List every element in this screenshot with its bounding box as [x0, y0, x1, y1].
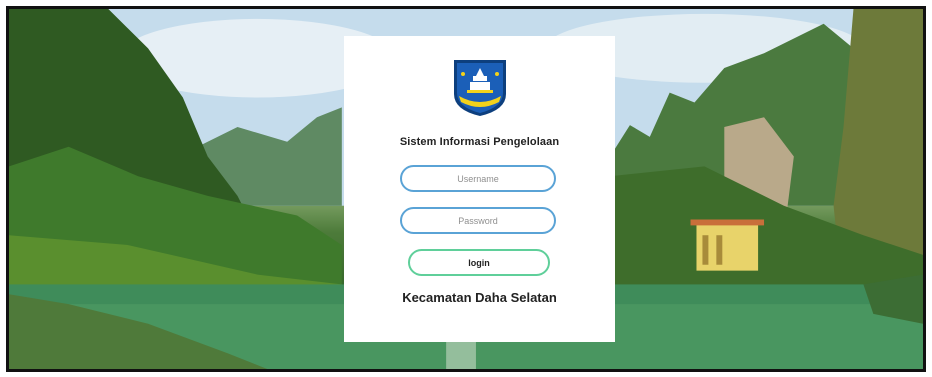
- form-title: Sistem Informasi Pengelolaan: [399, 136, 560, 148]
- password-input[interactable]: [400, 207, 556, 234]
- username-input[interactable]: [400, 165, 556, 192]
- login-button[interactable]: login: [408, 249, 550, 276]
- page-frame: Sistem Informasi Pengelolaan login Kecam…: [6, 6, 926, 372]
- form-subtitle: Kecamatan Daha Selatan: [402, 290, 557, 305]
- regency-crest-icon: [454, 60, 506, 116]
- login-card: Sistem Informasi Pengelolaan login Kecam…: [344, 36, 615, 342]
